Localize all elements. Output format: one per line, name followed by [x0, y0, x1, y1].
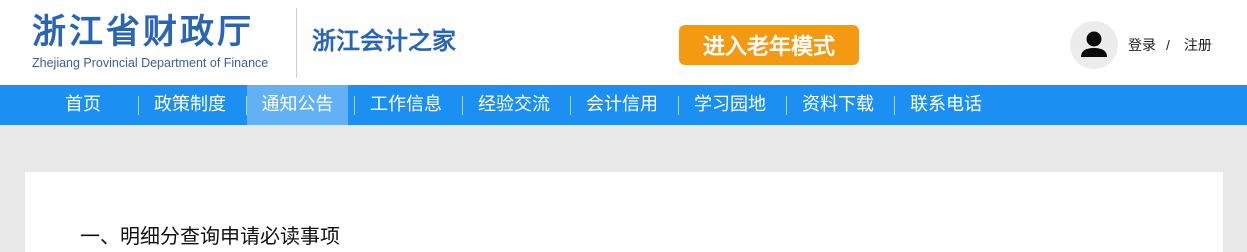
auth-separator: /	[1166, 37, 1170, 53]
nav-item-downloads[interactable]: 资料下载	[788, 85, 888, 125]
nav-item-work-info[interactable]: 工作信息	[356, 85, 456, 125]
nav-separator	[678, 96, 679, 115]
site-header: 浙江省财政厅 Zhejiang Provincial Department of…	[0, 0, 1247, 85]
nav-item-credit[interactable]: 会计信用	[572, 85, 672, 125]
nav-item-learning[interactable]: 学习园地	[680, 85, 780, 125]
nav-separator	[570, 96, 571, 115]
elder-mode-button[interactable]: 进入老年模式	[679, 25, 859, 65]
auth-links: 登录 / 注册	[1128, 36, 1212, 54]
section-title: 一、明细分查询申请必读事项	[80, 224, 340, 248]
nav-item-policy[interactable]: 政策制度	[140, 85, 240, 125]
nav-item-notices[interactable]: 通知公告	[247, 85, 348, 125]
content-panel: 一、明细分查询申请必读事项	[25, 172, 1223, 252]
register-link[interactable]: 注册	[1184, 36, 1212, 54]
main-nav: 首页 政策制度 通知公告 工作信息 经验交流 会计信用 学习园地 资料下载 联系…	[0, 85, 1247, 125]
nav-separator	[894, 96, 895, 115]
user-avatar-icon[interactable]	[1070, 21, 1118, 69]
nav-separator	[786, 96, 787, 115]
nav-item-contact[interactable]: 联系电话	[896, 85, 996, 125]
site-name[interactable]: 浙江会计之家	[312, 24, 456, 58]
logo-english-title[interactable]: Zhejiang Provincial Department of Financ…	[32, 56, 268, 70]
nav-separator	[462, 96, 463, 115]
nav-item-home[interactable]: 首页	[48, 85, 118, 125]
nav-item-experience[interactable]: 经验交流	[464, 85, 564, 125]
login-link[interactable]: 登录	[1128, 36, 1156, 54]
nav-separator	[354, 96, 355, 115]
logo-divider	[296, 8, 297, 78]
nav-separator	[138, 96, 139, 115]
logo-chinese-title[interactable]: 浙江省财政厅	[32, 12, 254, 52]
